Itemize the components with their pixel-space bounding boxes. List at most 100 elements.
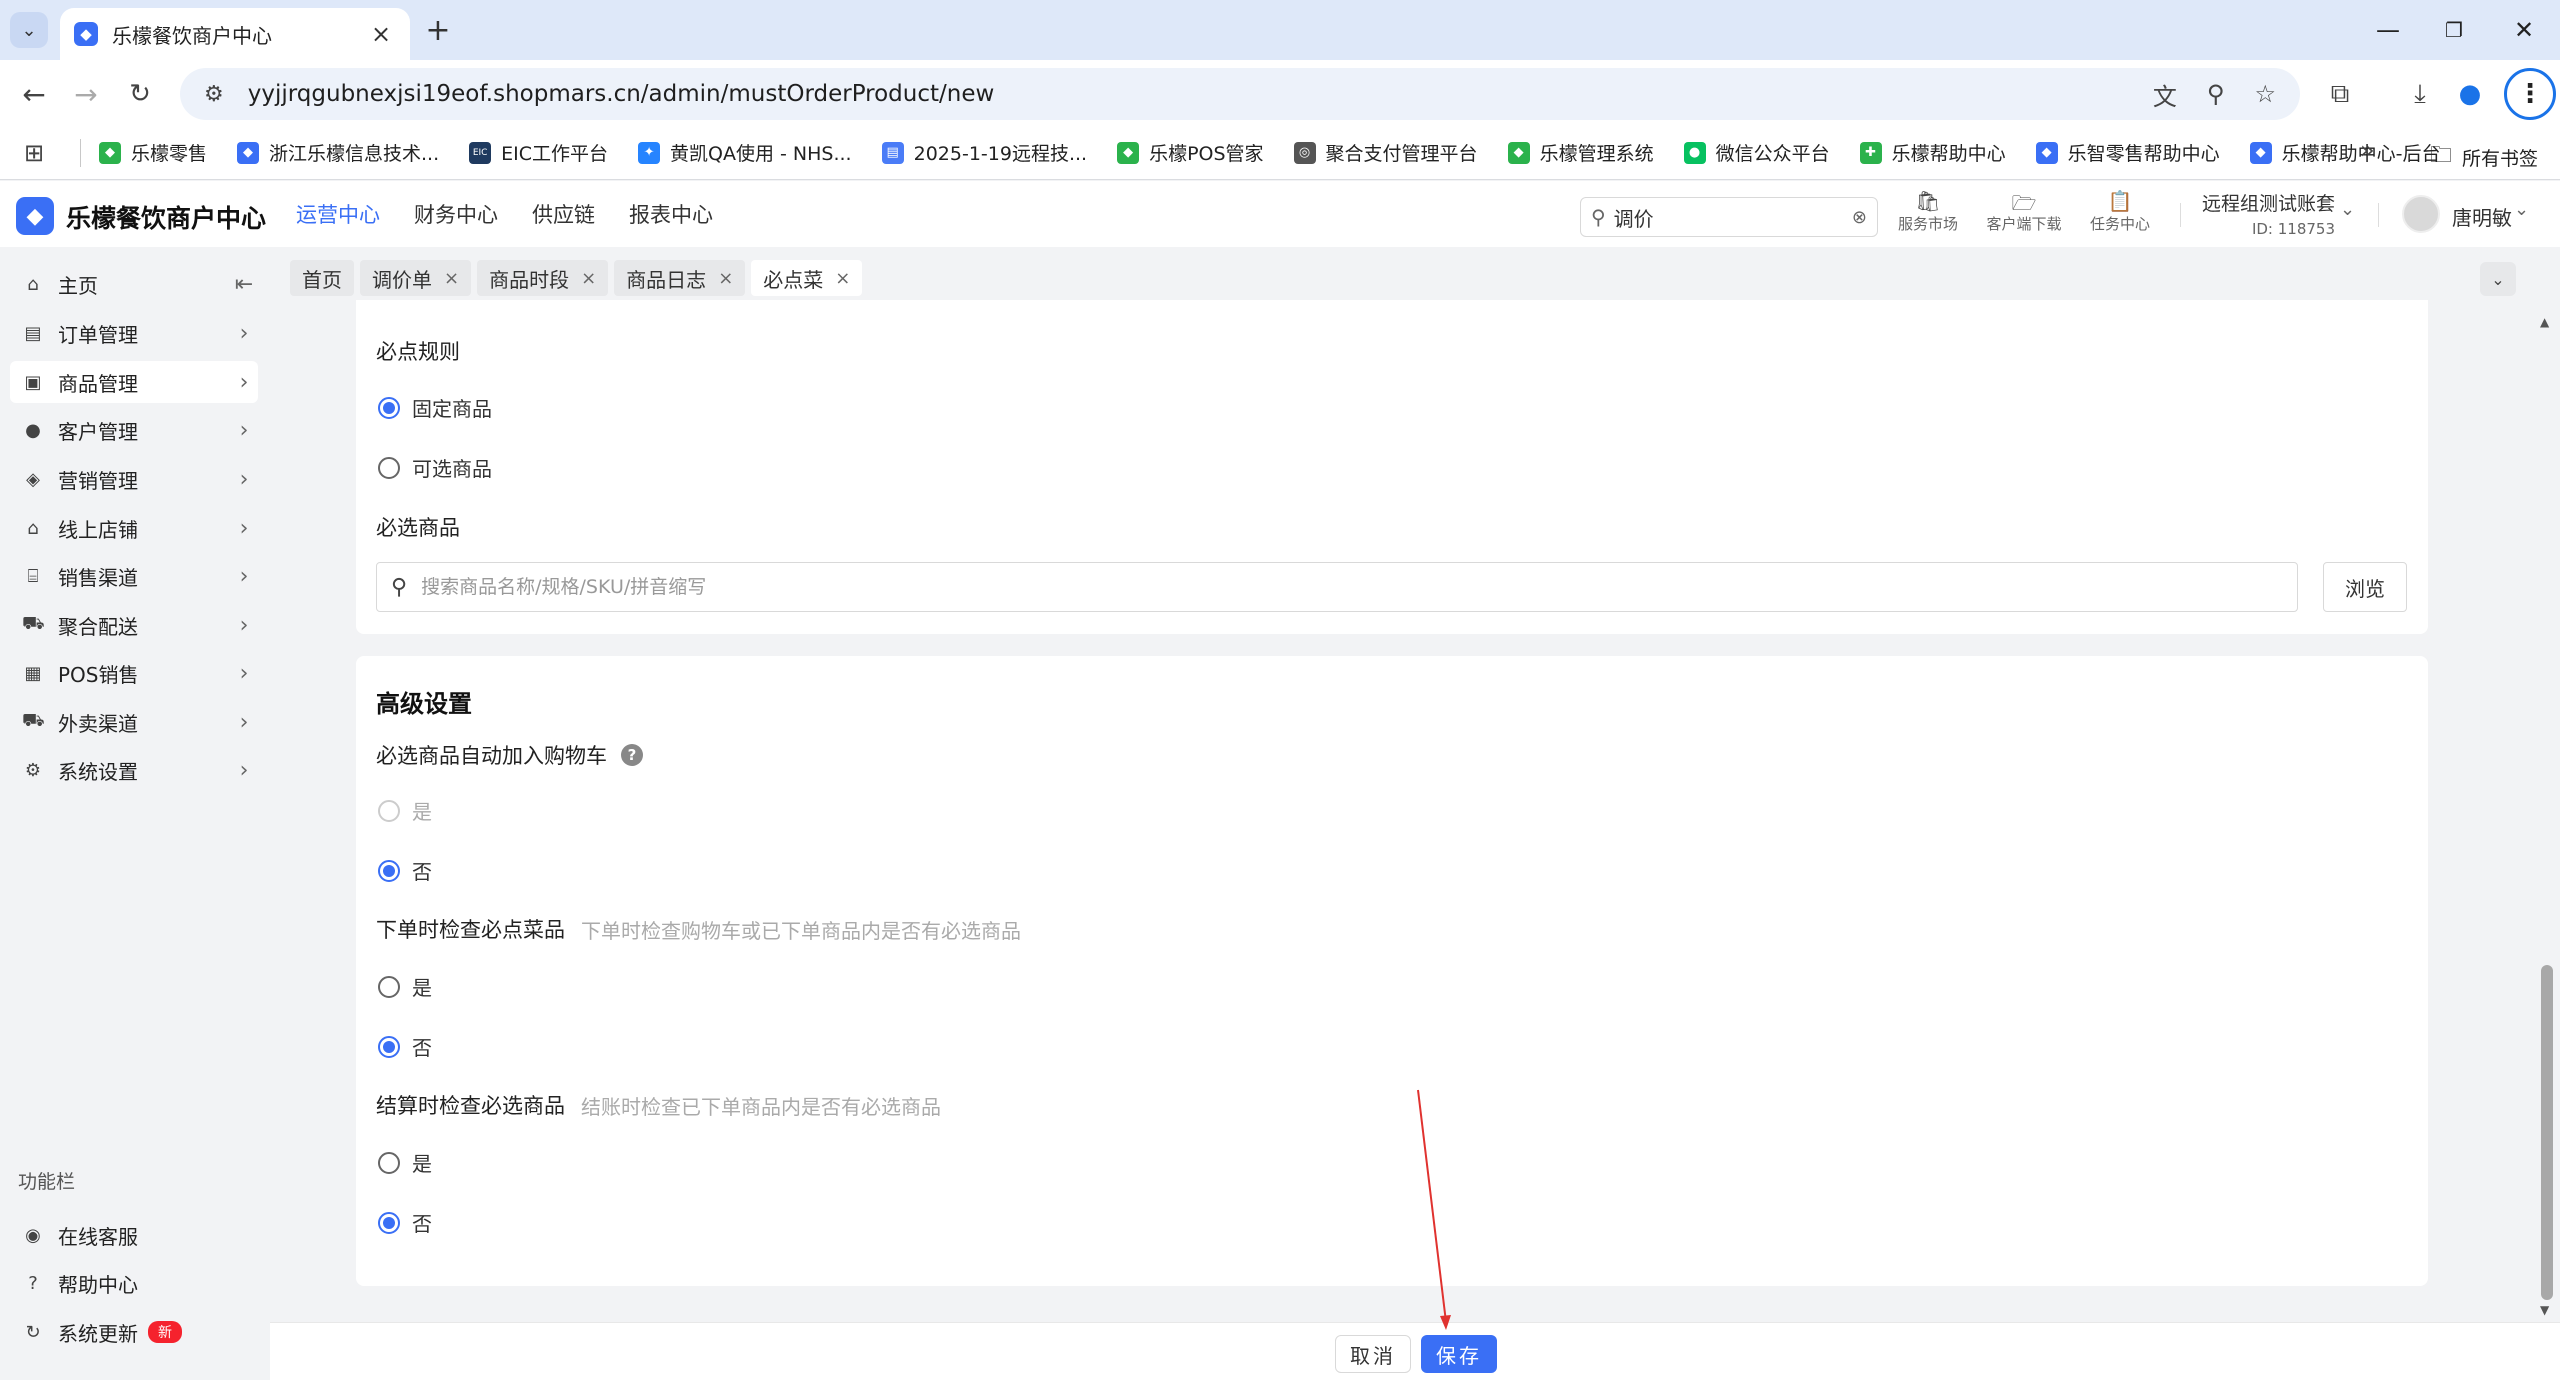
chevron-down-icon[interactable]: ⌄ <box>2514 199 2529 220</box>
tab-must-order[interactable]: 必点菜 × <box>751 260 863 296</box>
sidebar-item-sales-channels[interactable]: ⌸ 销售渠道 › <box>10 555 258 597</box>
translate-icon[interactable]: 文 <box>2153 77 2177 112</box>
settle-check-no[interactable]: 否 <box>378 1208 432 1237</box>
bookmark-item[interactable]: ◆ 乐檬管理系统 <box>1507 139 1654 166</box>
sidebar-item-customers[interactable]: ● 客户管理 › <box>10 409 258 451</box>
sidebar-item-marketing[interactable]: ◈ 营销管理 › <box>10 458 258 500</box>
download-icon[interactable]: ⤓ <box>2400 74 2440 114</box>
order-check-no[interactable]: 否 <box>378 1032 432 1061</box>
nav-operations-center[interactable]: 运营中心 <box>296 199 380 229</box>
more-bookmarks-icon[interactable]: » <box>2360 136 2375 164</box>
radio-order-check-yes[interactable] <box>378 975 400 998</box>
tab-product-period[interactable]: 商品时段 × <box>477 260 609 296</box>
tab-product-log[interactable]: 商品日志 × <box>614 260 746 296</box>
vertical-scrollbar[interactable]: ▲ ▼ <box>2537 305 2557 1325</box>
sidebar-item-goods[interactable]: ▣ 商品管理 › <box>10 361 258 403</box>
sidebar-item-system-update[interactable]: ↻ 系统更新新 <box>10 1311 258 1353</box>
bookmark-item[interactable]: ◆ 乐檬零售 <box>99 139 207 166</box>
all-bookmarks-button[interactable]: 🗀 所有书签 <box>2430 138 2538 176</box>
zoom-icon[interactable]: ⚲ <box>2207 80 2225 108</box>
tab-home[interactable]: 首页 <box>290 260 354 296</box>
rule-option-fixed[interactable]: 固定商品 <box>378 393 492 422</box>
scroll-down-icon[interactable]: ▼ <box>2540 1303 2549 1317</box>
browse-button[interactable]: 浏览 <box>2323 562 2407 612</box>
sidebar-item-home[interactable]: ⌂ 主页 ⇤ <box>10 263 258 305</box>
radio-settle-check-no[interactable] <box>378 1211 400 1234</box>
avatar[interactable] <box>2402 195 2440 233</box>
bookmark-item[interactable]: ● 微信公众平台 <box>1683 139 1830 166</box>
close-window-icon[interactable]: ✕ <box>2494 10 2554 50</box>
site-settings-icon[interactable]: ⚙ <box>204 82 224 107</box>
order-check-yes[interactable]: 是 <box>378 972 432 1001</box>
auto-add-no[interactable]: 否 <box>378 856 432 885</box>
radio-optional-products[interactable] <box>378 456 400 479</box>
radio-order-check-no[interactable] <box>378 1035 400 1058</box>
close-icon[interactable]: × <box>581 268 596 289</box>
radio-settle-check-yes[interactable] <box>378 1151 400 1174</box>
clear-search-icon[interactable]: ⊗ <box>1852 207 1867 228</box>
url-text[interactable]: yyjjrqgubnexjsi19eof.shopmars.cn/admin/m… <box>248 81 2123 107</box>
bookmark-item[interactable]: ◆ 乐智零售帮助中心 <box>2035 139 2220 166</box>
user-name[interactable]: 唐明敏 <box>2452 202 2512 231</box>
product-search-field[interactable]: ⚲ <box>376 562 2298 612</box>
save-button[interactable]: 保存 <box>1421 1335 1497 1373</box>
sidebar-item-delivery[interactable]: ⛟ 聚合配送 › <box>10 604 258 646</box>
tab-price-adjust[interactable]: 调价单 × <box>360 260 472 296</box>
scroll-up-icon[interactable]: ▲ <box>2540 315 2549 329</box>
tabs-dropdown-chevron-icon[interactable]: ⌄ <box>2480 262 2516 296</box>
collapse-sidebar-icon[interactable]: ⇤ <box>230 272 258 297</box>
sidebar-item-online-store[interactable]: ⌂ 线上店铺 › <box>10 507 258 549</box>
reload-icon[interactable]: ↻ <box>120 74 160 114</box>
forward-arrow-icon[interactable]: → <box>66 74 106 114</box>
bookmark-item[interactable]: ✚ 乐檬帮助中心 <box>1859 139 2006 166</box>
rule-option-optional[interactable]: 可选商品 <box>378 453 492 482</box>
bookmark-item[interactable]: ✦ 黄凯QA使用 - NHS... <box>638 139 852 166</box>
account-switcher[interactable]: 远程组测试账套 ID: 118753 <box>2200 189 2335 238</box>
radio-fixed-products[interactable] <box>378 396 400 419</box>
cancel-button[interactable]: 取消 <box>1335 1335 1411 1373</box>
bookmark-item[interactable]: ◆ 浙江乐檬信息技术... <box>237 139 439 166</box>
settle-check-yes[interactable]: 是 <box>378 1148 432 1177</box>
radio-auto-add-no[interactable] <box>378 859 400 882</box>
close-icon[interactable]: × <box>835 268 850 289</box>
sidebar-item-help-center[interactable]: ? 帮助中心 <box>10 1262 258 1304</box>
close-tab-icon[interactable]: × <box>366 20 396 48</box>
apps-grid-icon[interactable]: ⊞ <box>24 139 64 167</box>
profile-icon[interactable]: ● <box>2450 74 2490 114</box>
address-bar[interactable]: ⚙ yyjjrqgubnexjsi19eof.shopmars.cn/admin… <box>180 68 2300 120</box>
close-icon[interactable]: × <box>718 268 733 289</box>
client-download-button[interactable]: 🗁 客户端下载 <box>1984 189 2064 234</box>
service-market-button[interactable]: 🛍 服务市场 <box>1888 189 1968 234</box>
sidebar-item-orders[interactable]: ▤ 订单管理 › <box>10 312 258 354</box>
product-search-input[interactable] <box>421 576 2283 598</box>
bookmark-item[interactable]: ◎ 聚合支付管理平台 <box>1293 139 1478 166</box>
task-center-button[interactable]: 📋 任务中心 <box>2080 189 2160 234</box>
chevron-down-icon[interactable]: ⌄ <box>2340 199 2355 220</box>
menu-search-input[interactable]: ⚲ 调价 ⊗ <box>1580 197 1878 237</box>
scrollbar-thumb[interactable] <box>2541 965 2553 1300</box>
nav-report-center[interactable]: 报表中心 <box>629 199 713 229</box>
extensions-puzzle-icon[interactable]: ⧉ <box>2320 74 2360 114</box>
bookmark-item[interactable]: ▤ 2025-1-19远程技... <box>881 139 1087 166</box>
sidebar-item-online-service[interactable]: ◉ 在线客服 <box>10 1214 258 1256</box>
sidebar-item-settings[interactable]: ⚙ 系统设置 › <box>10 749 258 791</box>
bookmark-item[interactable]: ◆ 乐檬POS管家 <box>1117 139 1264 166</box>
help-question-icon[interactable]: ? <box>621 744 643 766</box>
close-icon[interactable]: × <box>444 268 459 289</box>
browser-menu-icon[interactable]: ⋮ <box>2504 68 2556 120</box>
bookmark-item[interactable]: ◆ 乐檬帮助中心-后台 <box>2249 139 2440 166</box>
menu-search-value[interactable]: 调价 <box>1614 203 1852 232</box>
new-tab-plus-icon[interactable]: + <box>420 12 456 48</box>
bookmark-star-icon[interactable]: ☆ <box>2254 80 2276 108</box>
nav-supply-chain[interactable]: 供应链 <box>532 199 595 229</box>
nav-finance-center[interactable]: 财务中心 <box>414 199 498 229</box>
restore-window-icon[interactable]: ❐ <box>2424 10 2484 50</box>
browser-tab-active[interactable]: ◆ 乐檬餐饮商户中心 × <box>60 8 410 60</box>
sidebar-item-pos-sales[interactable]: ▦ POS销售 › <box>10 652 258 694</box>
sidebar-item-takeout[interactable]: ⛟ 外卖渠道 › <box>10 701 258 743</box>
minimize-icon[interactable]: — <box>2358 10 2418 50</box>
back-arrow-icon[interactable]: ← <box>14 74 54 114</box>
tab-list-chevron-icon[interactable]: ⌄ <box>10 12 48 48</box>
bookmark-item[interactable]: EIC EIC工作平台 <box>469 139 608 166</box>
customer-icon: ● <box>25 419 41 441</box>
